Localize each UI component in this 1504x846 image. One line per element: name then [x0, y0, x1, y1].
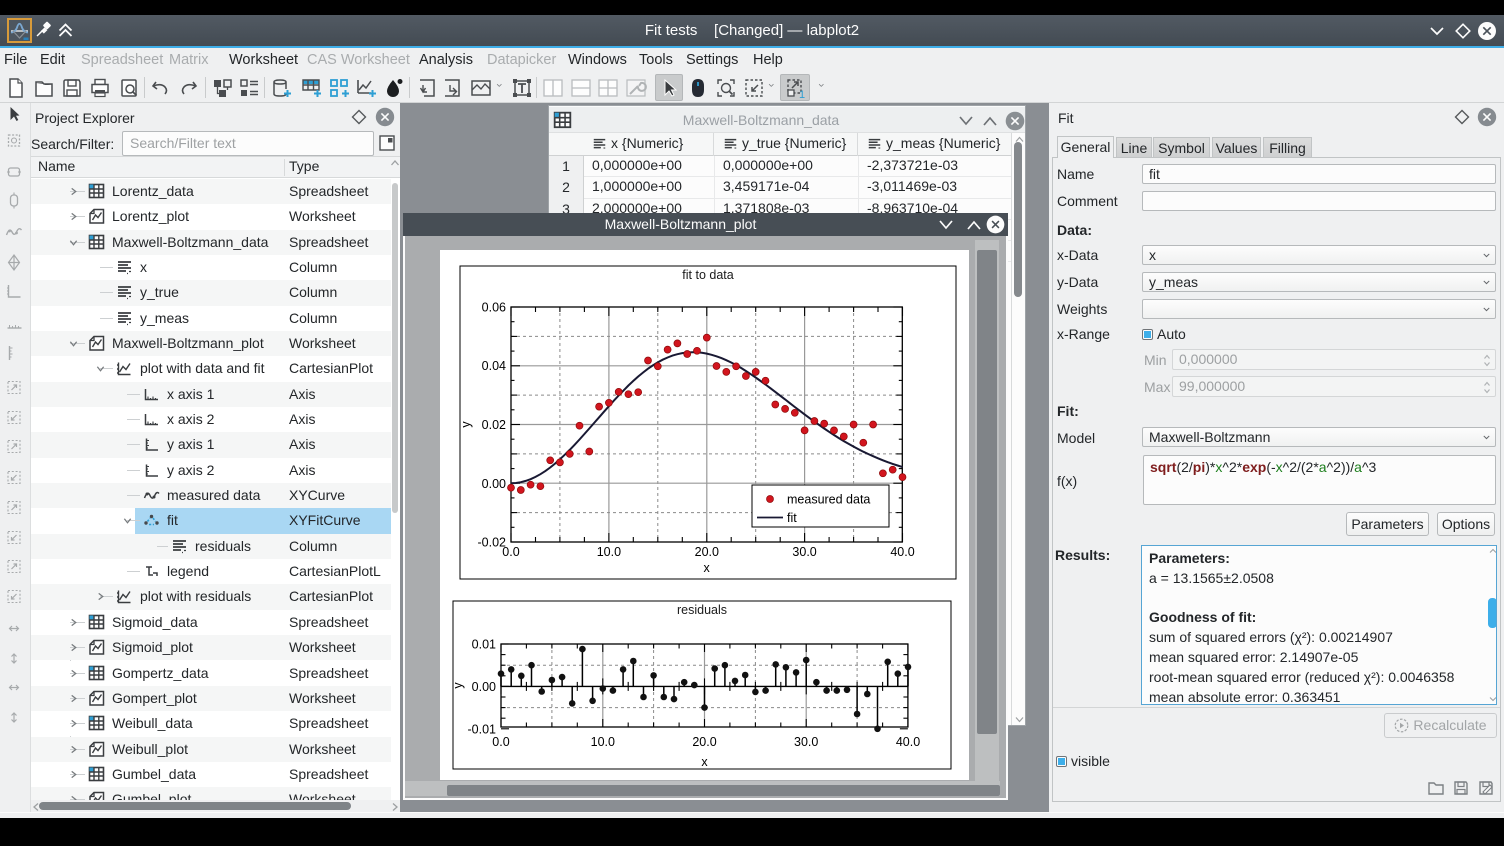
- svg-text:0.0: 0.0: [492, 735, 509, 749]
- svg-text:10.0: 10.0: [591, 735, 615, 749]
- svg-text:x: x: [703, 561, 710, 575]
- svg-text:residuals: residuals: [677, 603, 727, 617]
- svg-text:x: x: [701, 755, 708, 769]
- svg-text:0.06: 0.06: [482, 301, 506, 315]
- svg-text:0.04: 0.04: [482, 359, 506, 373]
- svg-text:30.0: 30.0: [792, 545, 816, 559]
- svg-text:fit: fit: [787, 511, 797, 525]
- svg-text:0.00: 0.00: [472, 680, 496, 694]
- svg-text:0.00: 0.00: [482, 477, 506, 491]
- svg-text:30.0: 30.0: [794, 735, 818, 749]
- svg-text:40.0: 40.0: [890, 545, 914, 559]
- svg-text:-0.02: -0.02: [478, 536, 507, 550]
- svg-text:40.0: 40.0: [896, 735, 920, 749]
- svg-text:10.0: 10.0: [597, 545, 621, 559]
- svg-text:20.0: 20.0: [695, 545, 719, 559]
- svg-text:y: y: [459, 421, 473, 428]
- svg-text:1: 1: [799, 89, 805, 99]
- svg-text:0.02: 0.02: [482, 418, 506, 432]
- svg-text:-0.01: -0.01: [468, 722, 497, 736]
- svg-text:measured data: measured data: [787, 493, 870, 507]
- svg-text:fit to data: fit to data: [682, 268, 733, 282]
- svg-text:0.01: 0.01: [472, 638, 496, 652]
- svg-text:20.0: 20.0: [692, 735, 716, 749]
- svg-text:y: y: [451, 682, 465, 689]
